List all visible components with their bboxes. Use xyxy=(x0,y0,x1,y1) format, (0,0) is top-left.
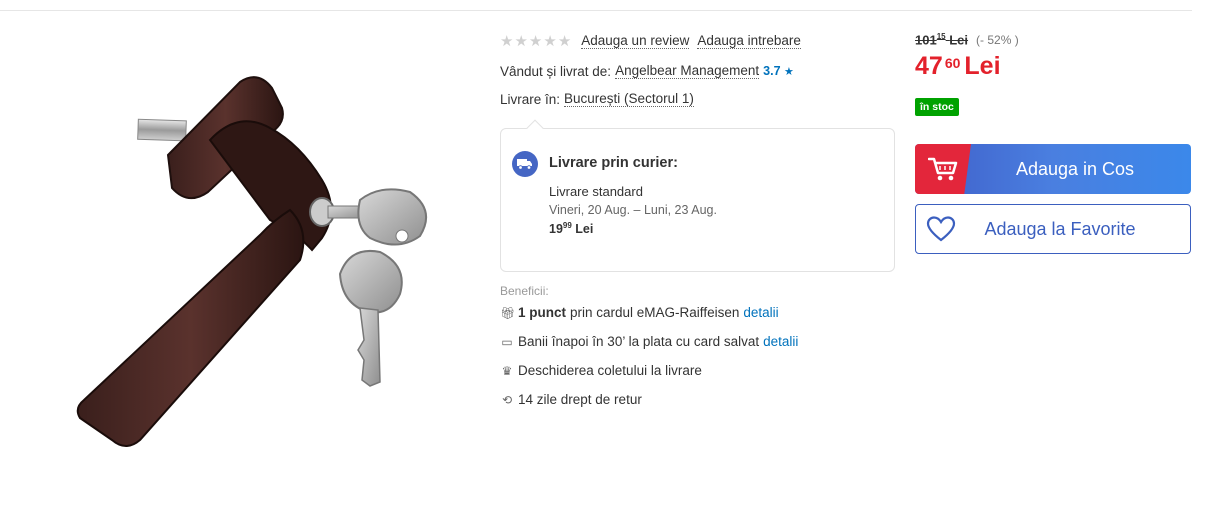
benefit-text: Banii înapoi în 30’ la plata cu card sal… xyxy=(518,334,760,349)
seller-row: Vândut și livrat de: Angelbear Managemen… xyxy=(500,60,895,82)
add-review-link[interactable]: Adauga un review xyxy=(581,33,690,49)
discount-percent: (- 52% ) xyxy=(976,33,1019,47)
star-icon: ★ xyxy=(557,32,572,50)
star-icon: ★ xyxy=(543,32,557,50)
benefit-item: ▭ Banii înapoi în 30’ la plata cu card s… xyxy=(500,327,895,356)
add-to-favorites-button[interactable]: Adauga la Favorite xyxy=(915,204,1191,254)
new-price-main: 47 xyxy=(915,52,943,80)
return-icon: ⟲ xyxy=(501,392,513,407)
benefit-text: prin cardul eMAG-Raiffeisen xyxy=(570,305,740,320)
standard-delivery-price: 1999 Lei xyxy=(549,221,593,236)
price-panel: 10115 Lei (- 52% ) 47 60 Lei în stoc Ada… xyxy=(915,30,1191,254)
benefit-item: ⟲ 14 zile drept de retur xyxy=(500,385,895,414)
new-price-currency: Lei xyxy=(964,52,1001,80)
add-to-cart-label: Adauga in Cos xyxy=(1015,158,1135,179)
benefit-details-link[interactable]: detalii xyxy=(743,305,778,320)
star-icon: ★ xyxy=(500,32,514,50)
delivery-location-link[interactable]: București (Sectorul 1) xyxy=(564,91,694,107)
delivery-price-main: 19 xyxy=(549,222,563,237)
star-icon: ★ xyxy=(784,66,794,78)
cart-icon xyxy=(915,144,971,194)
old-price: 10115 Lei xyxy=(915,32,968,47)
old-price-currency: Lei xyxy=(949,32,969,48)
benefits-list: Beneficii: 🎁︎ 1 punct prin cardul eMAG-R… xyxy=(500,284,895,414)
benefits-title: Beneficii: xyxy=(500,284,549,298)
standard-delivery-title: Livrare standard xyxy=(549,184,643,199)
product-image[interactable] xyxy=(60,60,460,460)
old-price-cents: 15 xyxy=(936,32,946,42)
star-icon: ★ xyxy=(528,32,543,50)
delivery-location-row: Livrare în: București (Sectorul 1) xyxy=(500,88,895,110)
delivery-label: Livrare în: xyxy=(500,91,561,107)
add-to-favorites-label: Adauga la Favorite xyxy=(984,218,1136,239)
add-question-link[interactable]: Adauga intrebare xyxy=(697,33,801,49)
new-price: 47 60 Lei xyxy=(915,52,1191,84)
card-refund-icon: ▭ xyxy=(501,334,513,349)
delivery-price-cents: 99 xyxy=(562,221,572,230)
new-price-cents: 60 xyxy=(944,55,961,71)
courier-title: Livrare prin curier: xyxy=(549,155,678,171)
star-icon: ★ xyxy=(514,32,528,50)
rating-row: ★ ★ ★ ★ ★ Adauga un review Adauga intreb… xyxy=(500,30,895,52)
seller-rating[interactable]: 3.7 ★ xyxy=(763,64,794,78)
top-divider xyxy=(0,10,1192,11)
courier-delivery-box: Livrare prin curier: Livrare standard Vi… xyxy=(500,119,895,272)
standard-delivery-dates: Vineri, 20 Aug. – Luni, 23 Aug. xyxy=(549,203,717,217)
benefit-text: Deschiderea coletului la livrare xyxy=(518,363,702,378)
box-open-icon: ♛ xyxy=(501,363,513,378)
benefit-details-link[interactable]: detalii xyxy=(763,334,798,349)
benefit-item: ♛ Deschiderea coletului la livrare xyxy=(500,356,895,385)
benefit-bold: 1 punct xyxy=(518,305,567,320)
truck-icon xyxy=(512,151,538,177)
old-price-row: 10115 Lei (- 52% ) xyxy=(915,30,1191,50)
rating-stars[interactable]: ★ ★ ★ ★ ★ xyxy=(500,34,571,49)
heart-icon xyxy=(916,216,966,242)
add-to-cart-button[interactable]: Adauga in Cos xyxy=(915,144,1191,194)
delivery-price-currency: Lei xyxy=(575,222,594,237)
benefit-item: 🎁︎ 1 punct prin cardul eMAG-Raiffeisen d… xyxy=(500,298,895,327)
benefit-text: 14 zile drept de retur xyxy=(518,392,642,407)
stock-badge: în stoc xyxy=(915,98,959,116)
product-info: ★ ★ ★ ★ ★ Adauga un review Adauga intreb… xyxy=(500,30,895,407)
old-price-main: 101 xyxy=(915,32,937,48)
gift-icon: 🎁︎ xyxy=(500,305,516,320)
box-notch xyxy=(526,119,544,137)
sold-by-label: Vândut și livrat de: xyxy=(500,63,612,79)
seller-rating-value: 3.7 xyxy=(763,64,781,78)
seller-link[interactable]: Angelbear Management xyxy=(615,63,760,79)
